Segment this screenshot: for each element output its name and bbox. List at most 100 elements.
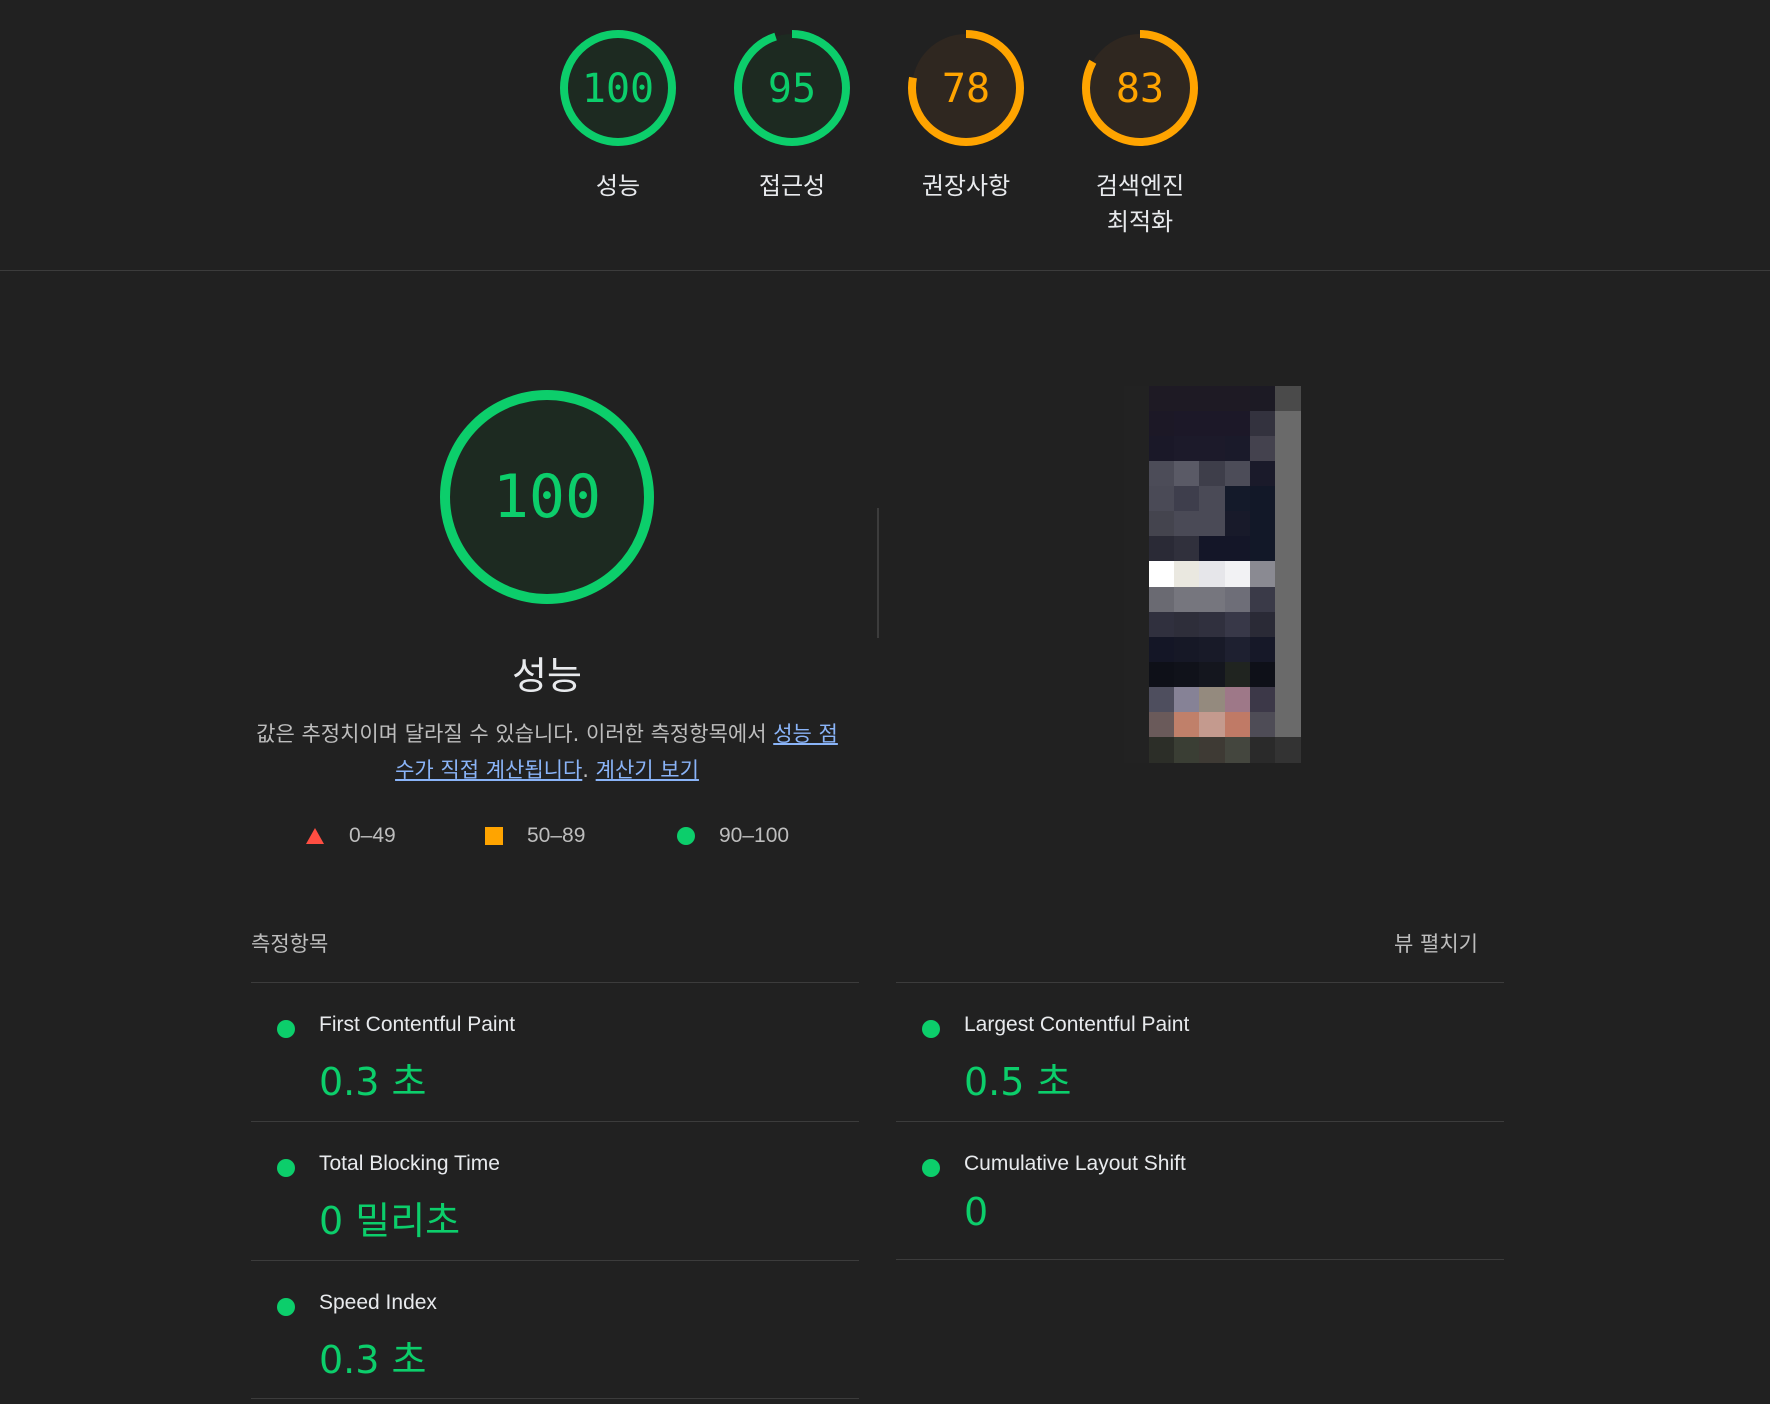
triangle-icon	[306, 828, 324, 844]
performance-title: 성능	[512, 654, 582, 698]
thumbnail-pixel	[1249, 411, 1276, 438]
description-text: 값은 추정치이며 달라질 수 있습니다. 이러한 측정항목에서	[256, 722, 774, 746]
gauge-seo[interactable]: 83 검색엔진 최적화	[1070, 28, 1210, 240]
thumbnail-pixel	[1174, 486, 1201, 513]
thumbnail-pixel	[1274, 436, 1301, 463]
circle-icon	[677, 827, 695, 845]
gauge-score: 83	[1116, 66, 1164, 112]
metric-tbt: Total Blocking Time 0 밀리초	[251, 1121, 859, 1258]
vertical-divider	[877, 508, 879, 638]
metric-fcp: First Contentful Paint 0.3 초	[251, 982, 859, 1119]
pass-circle-icon	[277, 1159, 295, 1177]
final-screenshot-thumbnail[interactable]	[1124, 386, 1301, 763]
gauge-ring-icon: 95	[734, 30, 850, 146]
legend-item-pass: 90–100	[677, 820, 789, 852]
thumbnail-pixel	[1149, 386, 1176, 412]
thumbnail-pixel	[1199, 386, 1226, 412]
thumbnail-pixel	[1199, 736, 1226, 763]
thumbnail-pixel	[1224, 411, 1251, 438]
thumbnail-pixel	[1149, 661, 1176, 688]
metric-value: 0.3 초	[319, 1338, 427, 1382]
thumbnail-pixel	[1149, 411, 1176, 438]
gauge-label-line: 성능	[595, 172, 641, 200]
metric-name: Speed Index	[319, 1291, 437, 1314]
thumbnail-pixel	[1124, 486, 1150, 513]
thumbnail-pixel	[1174, 411, 1201, 438]
thumbnail-pixel	[1124, 611, 1150, 638]
thumbnail-pixel	[1149, 636, 1176, 663]
thumbnail-pixel	[1174, 686, 1201, 713]
gauge-best-practices[interactable]: 78 권장사항	[896, 28, 1036, 204]
thumbnail-pixel	[1224, 661, 1251, 688]
pass-circle-icon	[277, 1020, 295, 1038]
metric-name: Cumulative Layout Shift	[964, 1152, 1186, 1175]
metrics-title: 측정항목	[251, 932, 329, 956]
thumbnail-pixel	[1174, 536, 1201, 563]
gauge-ring-icon: 100	[560, 30, 676, 146]
thumbnail-pixel	[1249, 386, 1276, 412]
gauge-label: 권장사항	[896, 168, 1036, 204]
metric-value: 0.3 초	[319, 1060, 427, 1104]
gauge-ring-icon: 78	[908, 30, 1024, 146]
thumbnail-pixel	[1149, 711, 1176, 738]
thumbnail-pixel	[1124, 511, 1150, 538]
thumbnail-pixel	[1124, 661, 1150, 688]
square-icon	[485, 827, 503, 845]
thumbnail-pixel	[1149, 586, 1176, 613]
thumbnail-pixel	[1174, 711, 1201, 738]
thumbnail-pixel	[1274, 636, 1301, 663]
metric-value: 0.5 초	[964, 1060, 1072, 1104]
legend-item-average: 50–89	[485, 820, 585, 852]
thumbnail-pixel	[1149, 511, 1176, 538]
thumbnail-pixel	[1174, 636, 1201, 663]
gauge-ring-icon: 83	[1082, 30, 1198, 146]
thumbnail-pixel	[1274, 711, 1301, 738]
thumbnail-pixel	[1124, 736, 1150, 763]
gauge-score: 95	[768, 66, 816, 112]
thumbnail-pixel	[1199, 586, 1226, 613]
thumbnail-pixel	[1274, 486, 1301, 513]
thumbnail-pixel	[1199, 686, 1226, 713]
thumbnail-pixel	[1274, 736, 1301, 763]
expand-view-toggle[interactable]: 뷰 펼치기	[1394, 928, 1478, 958]
gauge-performance[interactable]: 100 성능	[548, 28, 688, 204]
thumbnail-pixel	[1249, 736, 1276, 763]
thumbnail-pixel	[1124, 711, 1150, 738]
thumbnail-pixel	[1224, 586, 1251, 613]
thumbnail-pixel	[1224, 636, 1251, 663]
thumbnail-pixel	[1274, 686, 1301, 713]
thumbnail-pixel	[1124, 536, 1150, 563]
calculator-link[interactable]: 계산기 보기	[596, 758, 699, 782]
thumbnail-pixel	[1274, 411, 1301, 438]
thumbnail-pixel	[1149, 436, 1176, 463]
thumbnail-pixel	[1199, 711, 1226, 738]
category-gauges-header: 100 성능 95 접근성 78 권장사항 83 검색엔진 최적화	[0, 0, 1770, 271]
thumbnail-pixel	[1249, 461, 1276, 488]
thumbnail-pixel	[1249, 611, 1276, 638]
performance-gauge-large: 100	[437, 387, 657, 612]
gauge-score: 100	[582, 66, 654, 112]
thumbnail-pixel	[1124, 461, 1150, 488]
thumbnail-pixel	[1224, 561, 1251, 588]
legend-range: 50–89	[527, 824, 586, 847]
legend-item-fail: 0–49	[305, 820, 396, 852]
gauge-accessibility[interactable]: 95 접근성	[722, 28, 862, 204]
legend-range: 0–49	[349, 824, 396, 847]
thumbnail-pixel	[1274, 386, 1301, 412]
thumbnail-pixel	[1174, 561, 1201, 588]
thumbnail-pixel	[1174, 661, 1201, 688]
thumbnail-pixel	[1249, 486, 1276, 513]
thumbnail-pixel	[1199, 511, 1226, 538]
thumbnail-pixel	[1224, 711, 1251, 738]
thumbnail-pixel	[1224, 511, 1251, 538]
thumbnail-pixel	[1149, 536, 1176, 563]
thumbnail-pixel	[1249, 436, 1276, 463]
thumbnail-pixel	[1199, 486, 1226, 513]
thumbnail-pixel	[1199, 461, 1226, 488]
thumbnail-pixel	[1274, 511, 1301, 538]
thumbnail-pixel	[1249, 711, 1276, 738]
pass-circle-icon	[922, 1159, 940, 1177]
thumbnail-pixel	[1249, 686, 1276, 713]
thumbnail-pixel	[1174, 586, 1201, 613]
thumbnail-pixel	[1249, 661, 1276, 688]
